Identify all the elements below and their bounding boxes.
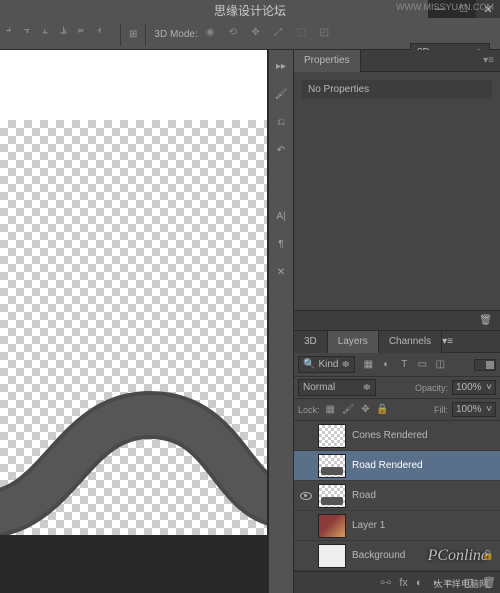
tab-layers[interactable]: Layers	[328, 331, 379, 353]
layer-filter-row: 🔍 Kind ≑ ▦ ◐ T ▭ ◫	[294, 353, 500, 377]
paragraph-tool-icon[interactable]: ¶	[271, 234, 291, 254]
layer-thumbnail[interactable]	[318, 544, 346, 568]
scale-icon[interactable]: ⬚	[297, 27, 313, 43]
panel-menu-icon[interactable]: ▾≡	[477, 55, 500, 66]
fill-label: Fill:	[434, 405, 448, 415]
align-icons-group: ⫞ ⫟ ⫠ ⫡ ⫢ ⫣	[6, 25, 112, 45]
layer-name[interactable]: Background	[352, 550, 405, 561]
canvas-area[interactable]	[0, 50, 268, 593]
separator	[120, 24, 121, 46]
filter-pixel-icon[interactable]: ▦	[361, 357, 376, 372]
visibility-toggle[interactable]	[294, 492, 318, 500]
watermark-top-cn: 思缘设计论坛	[214, 2, 286, 19]
properties-subtitle: No Properties	[302, 80, 492, 99]
distribute-icon[interactable]: ⊞	[129, 29, 137, 40]
tab-channels[interactable]: Channels	[379, 331, 442, 353]
layer-name[interactable]: Road Rendered	[352, 460, 423, 471]
watermark-brand: PConline	[428, 547, 488, 565]
3d-mode-icons: ◉ ⟲ ✥ ⤢ ⬚ ◰	[204, 27, 338, 43]
properties-panel: Properties ▾≡ No Properties 🗑	[294, 50, 500, 331]
settings-tool-icon[interactable]: ✕	[271, 262, 291, 282]
layer-name[interactable]: Cones Rendered	[352, 430, 428, 441]
clone-tool-icon[interactable]: ⎌	[271, 112, 291, 132]
layer-thumbnail[interactable]	[318, 514, 346, 538]
filter-type-icon[interactable]: T	[397, 357, 412, 372]
rotate-icon[interactable]: ⟲	[229, 27, 245, 43]
layer-thumbnail[interactable]	[318, 454, 346, 478]
watermark-bottom-cn: 太平洋电脑网	[434, 577, 488, 590]
align-right-icon[interactable]: ⫠	[42, 25, 58, 45]
layer-row[interactable]: Cones Rendered	[294, 421, 500, 451]
tab-3d[interactable]: 3D	[294, 331, 328, 353]
align-top-icon[interactable]: ⫡	[60, 25, 76, 45]
type-tool-icon[interactable]: A|	[271, 206, 291, 226]
history-tool-icon[interactable]: ↶	[271, 140, 291, 160]
fx-icon[interactable]: fx	[399, 577, 408, 589]
options-bar: ⫞ ⫟ ⫠ ⫡ ⫢ ⫣ ⊞ 3D Mode: ◉ ⟲ ✥ ⤢ ⬚ ◰ 3D ≑	[0, 20, 500, 50]
layer-name[interactable]: Layer 1	[352, 520, 385, 531]
opacity-value[interactable]: 100% ˅	[452, 380, 496, 395]
filter-adjust-icon[interactable]: ◐	[379, 357, 394, 372]
blend-mode-row: Normal ≑ Opacity: 100% ˅	[294, 377, 500, 399]
lock-transparent-icon[interactable]: ▦	[326, 404, 335, 415]
cube-icon[interactable]: ◰	[320, 27, 336, 43]
3d-mode-label: 3D Mode:	[154, 29, 197, 40]
filter-smart-icon[interactable]: ◫	[433, 357, 448, 372]
pan-icon[interactable]: ✥	[251, 27, 267, 43]
layer-thumbnail[interactable]	[318, 424, 346, 448]
transparent-area	[0, 120, 267, 535]
document[interactable]	[0, 50, 267, 535]
panel-menu-icon[interactable]: ▾≡	[442, 336, 453, 347]
layer-row[interactable]: Road	[294, 481, 500, 511]
trash-icon[interactable]: 🗑	[479, 315, 492, 326]
chevron-down-icon: ˅	[486, 382, 492, 393]
properties-tab[interactable]: Properties	[294, 50, 361, 72]
align-left-icon[interactable]: ⫞	[6, 25, 22, 45]
chevron-icon: ≑	[363, 382, 371, 393]
slide-icon[interactable]: ⤢	[274, 27, 290, 43]
layer-row[interactable]: Layer 1	[294, 511, 500, 541]
align-middle-icon[interactable]: ⫢	[78, 25, 94, 45]
eye-icon	[300, 492, 312, 500]
search-icon: 🔍	[303, 359, 315, 370]
lock-row: Lock: ▦ 🖌 ✥ 🔒 Fill: 100% ˅	[294, 399, 500, 421]
collapse-icon[interactable]: ▸▸	[271, 56, 291, 76]
lock-label: Lock:	[298, 405, 320, 415]
opacity-label: Opacity:	[415, 383, 448, 393]
filter-toggle[interactable]	[474, 359, 496, 371]
brush-tool-icon[interactable]: 🖌	[271, 84, 291, 104]
layer-name[interactable]: Road	[352, 490, 376, 501]
road-rendered-art	[0, 335, 267, 535]
chevron-icon: ≑	[341, 359, 349, 370]
layer-row[interactable]: Road Rendered	[294, 451, 500, 481]
filter-kind-dropdown[interactable]: 🔍 Kind ≑	[298, 356, 355, 373]
align-bottom-icon[interactable]: ⫣	[96, 25, 112, 45]
filter-shape-icon[interactable]: ▭	[415, 357, 430, 372]
lock-paint-icon[interactable]: 🖌	[342, 404, 355, 415]
blend-mode-dropdown[interactable]: Normal ≑	[298, 379, 376, 396]
orbit-icon[interactable]: ◉	[206, 27, 222, 43]
align-center-icon[interactable]: ⫟	[24, 25, 40, 45]
watermark-top-url: WWW.MISSYUAN.COM	[396, 2, 494, 12]
layer-thumbnail[interactable]	[318, 484, 346, 508]
link-icon[interactable]: ⧟	[380, 576, 391, 589]
chevron-down-icon: ˅	[486, 404, 492, 415]
fill-value[interactable]: 100% ˅	[452, 402, 496, 417]
mask-icon[interactable]: ◐	[416, 577, 423, 589]
lock-all-icon[interactable]: 🔒	[376, 404, 388, 415]
lock-position-icon[interactable]: ✥	[361, 404, 369, 415]
vertical-tool-strip: ▸▸ 🖌 ⎌ ↶ A| ¶ ✕	[268, 50, 294, 593]
separator	[145, 24, 146, 46]
